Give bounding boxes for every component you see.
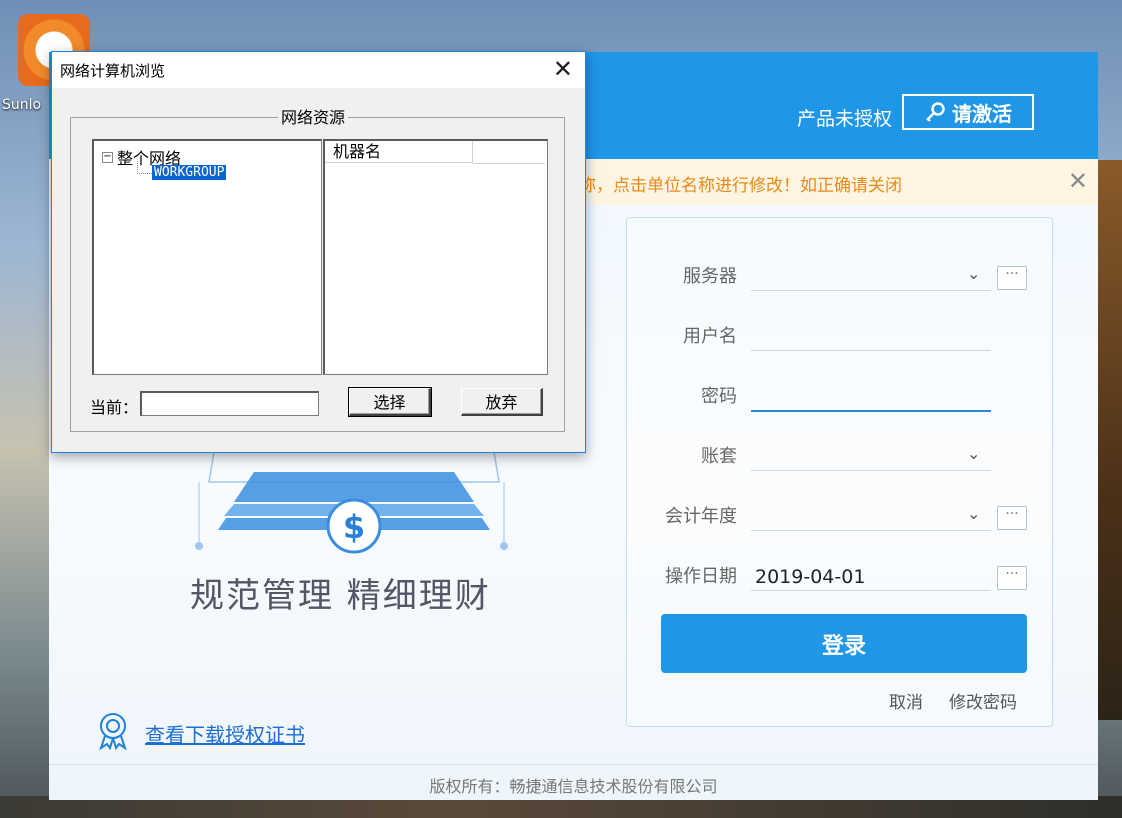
op-date-label: 操作日期 [665,566,737,587]
username-input[interactable] [751,350,991,351]
certificate-icon [99,713,127,750]
activate-button[interactable]: 请激活 [902,94,1034,130]
tree-node-workgroup[interactable]: WORKGROUP [152,165,227,180]
password-input[interactable] [751,410,991,412]
activate-label: 请激活 [952,101,1012,126]
column-header-empty[interactable] [473,141,545,164]
current-input[interactable] [140,391,319,416]
chevron-down-icon[interactable]: ⌄ [967,444,980,463]
notice-close-icon[interactable]: ✕ [1068,167,1088,195]
fiscal-year-select[interactable] [751,530,991,531]
group-caption: 网络资源 [278,104,349,128]
discard-button[interactable]: 放弃 [461,388,543,416]
desktop-icon-label: Sunlo [2,97,42,113]
chevron-down-icon[interactable]: ⌄ [967,264,980,283]
slogan: 规范管理 精细理财 [190,576,491,616]
password-label: 密码 [701,386,737,407]
machine-list[interactable]: 机器名 [323,139,548,375]
svg-text:$: $ [343,508,365,546]
account-label: 账套 [701,446,737,467]
fiscal-year-browse-button[interactable]: ··· [997,506,1027,530]
account-select[interactable] [751,470,991,471]
copyright-text: 版权所有：畅捷通信息技术股份有限公司 [429,777,718,796]
username-label: 用户名 [683,326,737,347]
download-certificate-link[interactable]: 查看下载授权证书 [145,719,305,748]
current-label: 当前： [90,398,139,417]
column-header-machine-name[interactable]: 机器名 [325,141,473,163]
collapse-icon[interactable]: − [102,151,113,163]
network-browse-dialog: 网络计算机浏览 ✕ 网络资源 − 整个网络 WORKGROUP 机器名 当前： … [51,51,586,453]
server-browse-button[interactable]: ··· [997,266,1027,290]
notice-text: 称，点击单位名称进行修改！如正确请关闭 [579,176,902,196]
server-select[interactable] [751,290,991,291]
select-button[interactable]: 选择 [348,387,432,417]
chevron-down-icon[interactable]: ⌄ [967,504,980,523]
change-password-link[interactable]: 修改密码 [949,688,1017,713]
tree-connector [137,161,152,174]
op-date-picker-button[interactable]: ··· [997,566,1027,590]
fiscal-year-label: 会计年度 [665,506,737,527]
unauthorized-text: 产品未授权 [796,108,892,130]
cancel-link[interactable]: 取消 [889,688,923,713]
login-button[interactable]: 登录 [661,614,1027,673]
network-tree[interactable]: − 整个网络 WORKGROUP [92,139,322,375]
op-date-value[interactable]: 2019-04-01 [755,566,865,588]
finance-illustration: $ [195,451,508,554]
dialog-titlebar[interactable]: 网络计算机浏览 ✕ [52,52,585,88]
op-date-input[interactable] [751,590,991,591]
footer-divider [49,764,1098,765]
dialog-title: 网络计算机浏览 [60,62,166,80]
dialog-close-icon[interactable]: ✕ [553,55,573,83]
key-icon [926,102,945,122]
wallpaper-rock [1094,160,1122,720]
login-form: 服务器 ⌄ ··· 用户名 密码 账套 ⌄ 会计年度 ⌄ ··· 操作日期 20… [626,217,1053,727]
server-label: 服务器 [683,266,737,287]
